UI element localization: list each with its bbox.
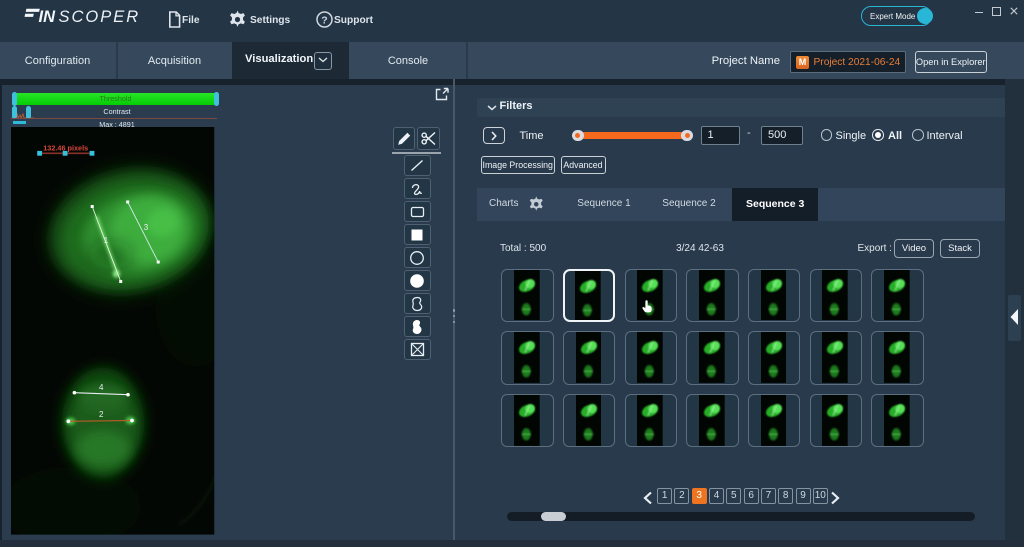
svg-text:2: 2 xyxy=(99,410,104,419)
svg-text:1: 1 xyxy=(104,236,109,245)
svg-text:4: 4 xyxy=(99,383,104,392)
svg-text:IN: IN xyxy=(39,8,57,25)
svg-text:3: 3 xyxy=(144,223,149,232)
svg-text:SCOPER: SCOPER xyxy=(59,8,141,25)
svg-text:?: ? xyxy=(321,14,327,26)
